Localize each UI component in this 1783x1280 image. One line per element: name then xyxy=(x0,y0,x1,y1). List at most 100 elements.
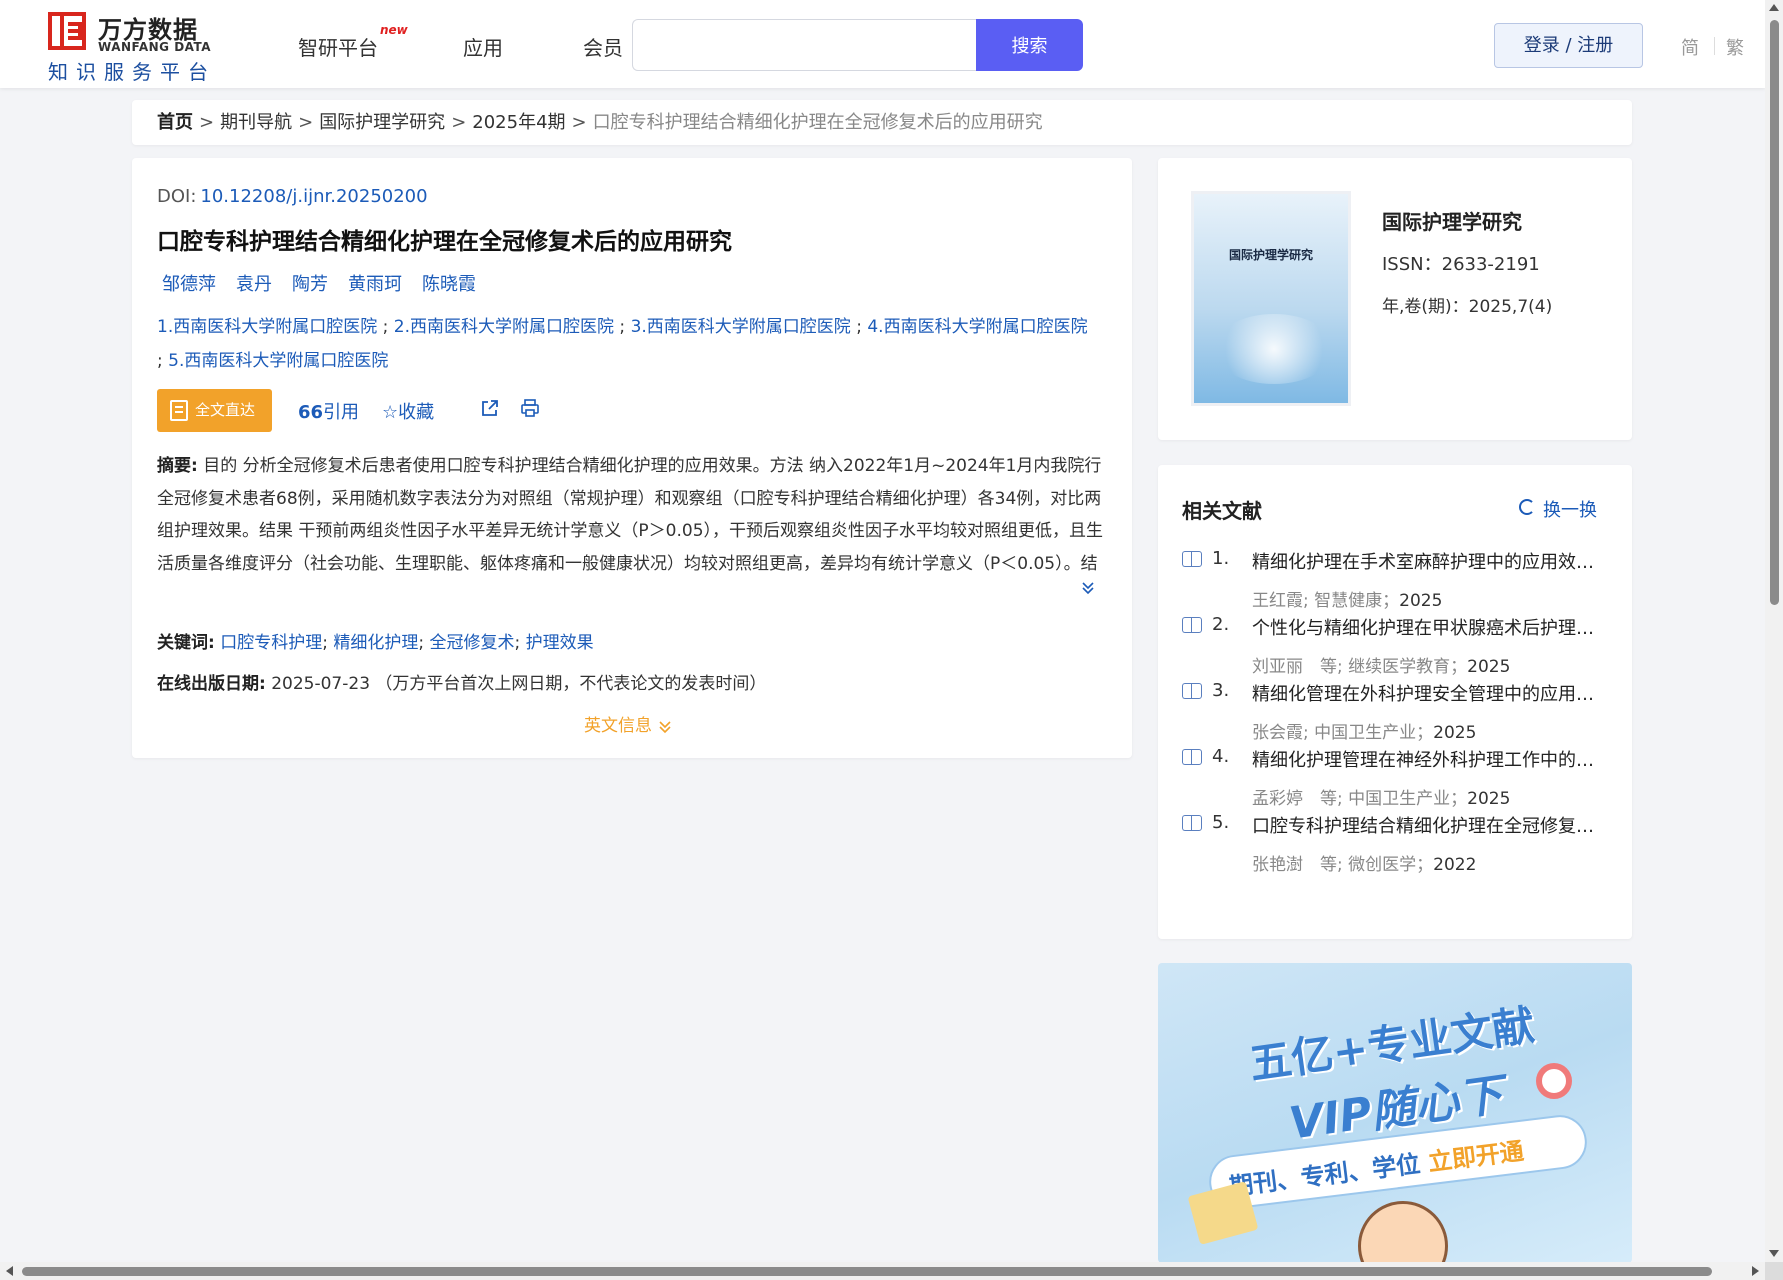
cite-button[interactable]: 66引用 xyxy=(298,398,359,424)
keywords-label: 关键词: xyxy=(157,633,215,653)
keyword-link[interactable]: 全冠修复术 xyxy=(430,633,515,653)
magnifier-icon xyxy=(1536,1063,1572,1099)
author-link[interactable]: 袁丹 xyxy=(236,274,272,295)
collect-label: 收藏 xyxy=(398,402,435,423)
collect-button[interactable]: ☆收藏 xyxy=(382,398,434,424)
list-item[interactable]: 1. 精细化护理在手术室麻醉护理中的应用效果... 王红霞; 智慧健康；2025 xyxy=(1182,548,1612,618)
expand-abstract-chevron-icon[interactable] xyxy=(1080,580,1096,600)
organization-link[interactable]: 4.西南医科大学附属口腔医院 xyxy=(867,317,1087,337)
breadcrumb-home[interactable]: 首页 xyxy=(157,112,193,133)
quote-icon: 66 xyxy=(298,402,324,423)
refresh-button[interactable]: 换一换 xyxy=(1519,496,1597,522)
item-meta: 孟彩婷 等; 中国卫生产业；2025 xyxy=(1252,789,1511,809)
search-button[interactable]: 搜索 xyxy=(976,19,1083,71)
lang-simplified[interactable]: 简 xyxy=(1681,34,1699,60)
item-title[interactable]: 个性化与精细化护理在甲状腺癌术后护理中... xyxy=(1252,614,1607,640)
list-item[interactable]: 5. 口腔专科护理结合精细化护理在全冠修复术... 张艳澍 等; 微创医学；20… xyxy=(1182,812,1612,882)
breadcrumb-journal-nav[interactable]: 期刊导航 xyxy=(220,112,292,133)
new-badge: new xyxy=(380,23,408,37)
organization-list: 1.西南医科大学附属口腔医院 ; 2.西南医科大学附属口腔医院 ; 3.西南医科… xyxy=(157,310,1107,378)
list-item[interactable]: 2. 个性化与精细化护理在甲状腺癌术后护理中... 刘亚丽 等; 继续医学教育；… xyxy=(1182,614,1612,684)
login-register-button[interactable]: 登录 / 注册 xyxy=(1494,23,1643,68)
related-docs-title: 相关文献 xyxy=(1182,499,1262,523)
wanfang-logo[interactable]: 万方数据 WANFANG DATA 知识服务平台 xyxy=(48,10,228,84)
item-title[interactable]: 精细化管理在外科护理安全管理中的应用及... xyxy=(1252,680,1607,706)
author-list: 邹德萍 袁丹 陶芳 黄雨珂 陈晓霞 xyxy=(162,270,496,296)
journal-name[interactable]: 国际护理学研究 xyxy=(1382,206,1522,235)
chevron-down-icon xyxy=(659,721,671,734)
keyword-link[interactable]: 口腔专科护理 xyxy=(220,633,322,653)
book-illustration-icon xyxy=(1187,1181,1259,1245)
organization-link[interactable]: 2.西南医科大学附属口腔医院 xyxy=(394,317,614,337)
item-meta: 刘亚丽 等; 继续医学教育；2025 xyxy=(1252,657,1511,677)
scrollbar-corner xyxy=(1765,1262,1783,1280)
keyword-link[interactable]: 护理效果 xyxy=(526,633,594,653)
journal-cover[interactable]: 国际护理学研究 xyxy=(1191,191,1351,406)
organization-link[interactable]: 3.西南医科大学附属口腔医院 xyxy=(631,317,851,337)
breadcrumb-journal[interactable]: 国际护理学研究 xyxy=(319,112,445,133)
doi-row: DOI: 10.12208/j.ijnr.20250200 xyxy=(157,186,428,207)
refresh-icon xyxy=(1519,499,1535,515)
list-item[interactable]: 3. 精细化管理在外科护理安全管理中的应用及... 张会霞; 中国卫生产业；20… xyxy=(1182,680,1612,750)
journal-card: 国际护理学研究 国际护理学研究 ISSN：2633-2191 年,卷(期)：20… xyxy=(1158,158,1632,440)
doi-link[interactable]: 10.12208/j.ijnr.20250200 xyxy=(200,186,427,207)
vertical-scrollbar[interactable] xyxy=(1765,0,1783,1262)
refresh-label: 换一换 xyxy=(1543,500,1597,521)
breadcrumb-issue[interactable]: 2025年4期 xyxy=(472,112,565,133)
item-number: 5. xyxy=(1212,812,1230,833)
abstract-text: 目的 分析全冠修复术后患者使用口腔专科护理结合精细化护理的应用效果。方法 纳入2… xyxy=(157,456,1104,574)
keywords-row: 关键词: 口腔专科护理; 精细化护理; 全冠修复术; 护理效果 xyxy=(157,628,594,653)
publish-date-row: 在线出版日期: 2025-07-23 （万方平台首次上网日期，不代表论文的发表时… xyxy=(157,669,766,694)
author-link[interactable]: 黄雨珂 xyxy=(348,274,402,295)
nav-membership[interactable]: 会员 xyxy=(583,32,623,61)
breadcrumb-separator: > xyxy=(199,112,215,133)
fulltext-button[interactable]: 全文直达 xyxy=(157,389,272,432)
breadcrumb-current: 口腔专科护理结合精细化护理在全冠修复术后的应用研究 xyxy=(592,112,1043,133)
breadcrumb-separator: > xyxy=(571,112,587,133)
character-illustration-icon xyxy=(1358,1201,1448,1263)
publish-date-value: 2025-07-23 xyxy=(271,674,371,694)
keyword-separator: ; xyxy=(514,633,521,653)
fulltext-icon xyxy=(170,400,188,421)
scroll-down-arrow-icon[interactable] xyxy=(1769,1250,1779,1257)
author-link[interactable]: 邹德萍 xyxy=(162,274,216,295)
org-separator: ; xyxy=(619,317,626,337)
breadcrumb-separator: > xyxy=(298,112,314,133)
logo-en-text: WANFANG DATA xyxy=(98,40,212,54)
org-separator: ; xyxy=(157,351,163,371)
scroll-left-arrow-icon[interactable] xyxy=(6,1266,13,1276)
vip-ad-banner[interactable]: 五亿+专业文献 VIP随心下 期刊、专利、学位 立即开通 xyxy=(1158,963,1632,1263)
search-input[interactable] xyxy=(632,19,978,71)
english-info-toggle[interactable]: 英文信息 xyxy=(584,711,673,736)
english-info-label: 英文信息 xyxy=(584,716,652,736)
item-number: 3. xyxy=(1212,680,1230,701)
top-header: 万方数据 WANFANG DATA 知识服务平台 智研平台 new 应用 会员 … xyxy=(0,0,1765,88)
journal-issn: ISSN：2633-2191 xyxy=(1382,254,1540,275)
cover-title: 国际护理学研究 xyxy=(1228,248,1313,262)
organization-link[interactable]: 5.西南医科大学附属口腔医院 xyxy=(168,351,388,371)
list-item[interactable]: 4. 精细化护理管理在神经外科护理工作中的应... 孟彩婷 等; 中国卫生产业；… xyxy=(1182,746,1612,816)
keyword-link[interactable]: 精细化护理 xyxy=(333,633,418,653)
scroll-up-arrow-icon[interactable] xyxy=(1769,4,1779,11)
cite-label: 引用 xyxy=(323,402,360,423)
publish-date-label: 在线出版日期: xyxy=(157,674,266,694)
nav-apps[interactable]: 应用 xyxy=(463,32,503,61)
share-button[interactable] xyxy=(480,398,500,423)
book-icon xyxy=(1182,749,1202,765)
horizontal-scroll-thumb[interactable] xyxy=(22,1267,1712,1276)
nav-zhiyan-platform[interactable]: 智研平台 new xyxy=(298,23,408,61)
author-link[interactable]: 陈晓霞 xyxy=(422,274,476,295)
horizontal-scrollbar[interactable] xyxy=(0,1262,1765,1280)
book-icon xyxy=(1182,551,1202,567)
print-button[interactable] xyxy=(520,398,540,423)
vertical-scroll-thumb[interactable] xyxy=(1770,20,1779,605)
item-title[interactable]: 精细化护理管理在神经外科护理工作中的应... xyxy=(1252,746,1607,772)
author-link[interactable]: 陶芳 xyxy=(292,274,328,295)
organization-link[interactable]: 1.西南医科大学附属口腔医院 xyxy=(157,317,377,337)
nav-zhiyan-label: 智研平台 xyxy=(298,36,378,60)
item-title[interactable]: 精细化护理在手术室麻醉护理中的应用效果... xyxy=(1252,548,1607,574)
item-title[interactable]: 口腔专科护理结合精细化护理在全冠修复术... xyxy=(1252,812,1607,838)
logo-subtitle: 知识服务平台 xyxy=(48,60,216,84)
scroll-right-arrow-icon[interactable] xyxy=(1752,1266,1759,1276)
lang-traditional[interactable]: 繁 xyxy=(1726,34,1744,60)
